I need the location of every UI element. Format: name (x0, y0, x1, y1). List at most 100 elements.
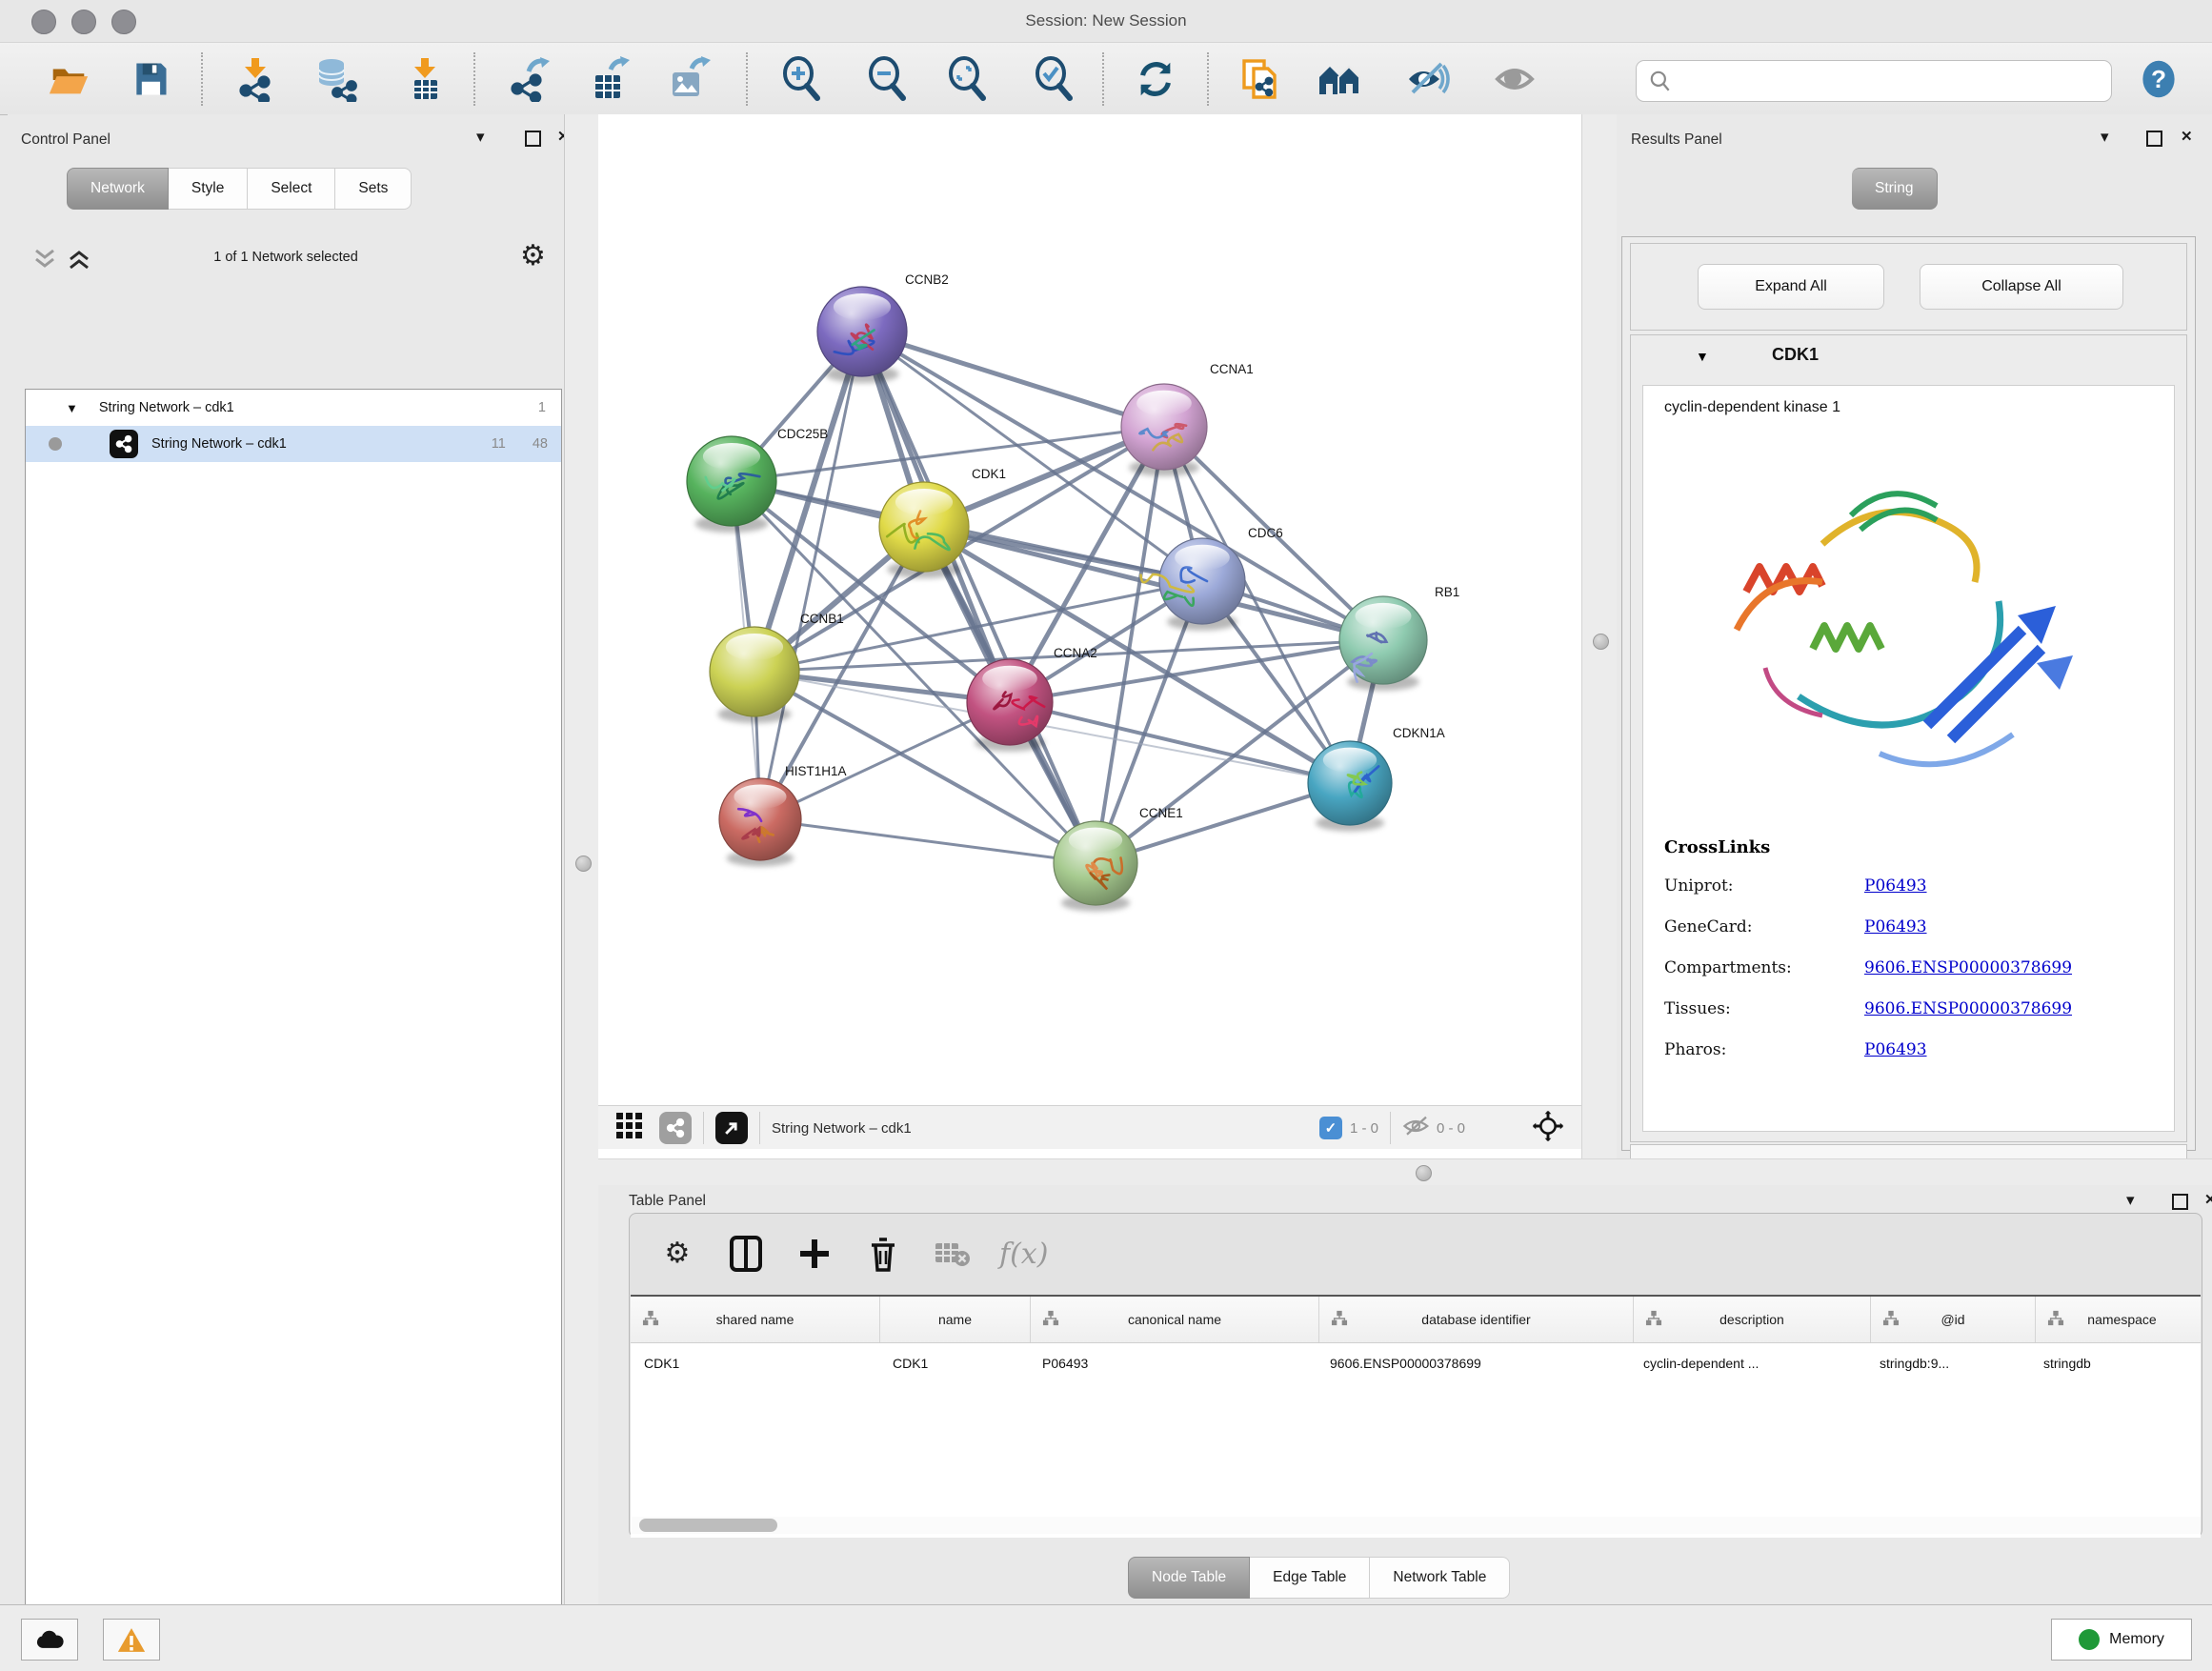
hide-graphics-details-button[interactable] (1403, 54, 1453, 104)
apply-layout-button[interactable] (1131, 54, 1180, 104)
crosslink-link[interactable]: 9606.ENSP00000378699 (1864, 958, 2072, 977)
search-input[interactable] (1680, 71, 2103, 91)
network-node-ccna1[interactable] (1121, 384, 1207, 476)
column-header-databaseidentifier[interactable]: database identifier (1319, 1297, 1634, 1342)
vertical-splitter-right[interactable] (1581, 114, 1619, 1158)
memory-button[interactable]: Memory (2051, 1619, 2192, 1661)
import-network-from-database-button[interactable] (311, 54, 360, 104)
network-canvas[interactable]: CCNB2CCNA1CDC25BCDK1CDC6RB1CCNB1CCNA2CDK… (598, 114, 1581, 1105)
table-cell[interactable]: cyclin-dependent ... (1630, 1356, 1866, 1371)
tab-sets[interactable]: Sets (335, 168, 412, 210)
table-panel-menu-button[interactable]: ▾ (2126, 1191, 2135, 1210)
column-header-namespace[interactable]: namespace (2036, 1297, 2201, 1342)
table-cell[interactable]: CDK1 (631, 1356, 879, 1371)
delete-column-button[interactable] (862, 1233, 904, 1275)
crosslink-link[interactable]: 9606.ENSP00000378699 (1864, 999, 2072, 1018)
export-image-button[interactable] (663, 54, 713, 104)
table-panel-float-button[interactable] (2172, 1194, 2188, 1215)
network-row-selected[interactable]: String Network – cdk1 11 48 (26, 426, 561, 462)
vertical-splitter-left[interactable] (564, 114, 599, 1604)
minimize-window-button[interactable] (71, 10, 96, 34)
network-edge[interactable] (760, 819, 1096, 863)
network-view-mode-button[interactable] (659, 1112, 692, 1144)
crosslink-link[interactable]: P06493 (1864, 1040, 1927, 1059)
tab-style[interactable]: Style (169, 168, 248, 210)
birds-eye-toggle-button[interactable] (1532, 1110, 1564, 1147)
column-header-name[interactable]: name (880, 1297, 1031, 1342)
zoom-in-button[interactable] (777, 54, 827, 104)
tab-node-table[interactable]: Node Table (1128, 1557, 1250, 1599)
warnings-button[interactable] (103, 1619, 160, 1661)
import-network-from-file-button[interactable] (231, 54, 280, 104)
collection-expand-icon[interactable]: ▼ (66, 401, 78, 415)
zoom-window-button[interactable] (111, 10, 136, 34)
zoom-selected-button[interactable] (1030, 54, 1079, 104)
column-header-sharedname[interactable]: shared name (631, 1297, 880, 1342)
control-panel-float-button[interactable] (525, 131, 541, 151)
network-node-cdkn1a[interactable] (1308, 741, 1392, 832)
column-header-description[interactable]: description (1634, 1297, 1871, 1342)
table-cell[interactable]: CDK1 (879, 1356, 1029, 1371)
table-cell[interactable]: stringdb:9... (1866, 1356, 2030, 1371)
network-edge[interactable] (862, 332, 1096, 863)
network-node-ccnb1[interactable] (710, 627, 799, 723)
tab-edge-table[interactable]: Edge Table (1250, 1557, 1370, 1599)
delete-table-button[interactable] (931, 1233, 973, 1275)
network-node-rb1[interactable] (1339, 596, 1427, 691)
zoom-fit-button[interactable] (943, 54, 993, 104)
tab-select[interactable]: Select (248, 168, 335, 210)
show-graphics-details-button[interactable] (1490, 54, 1539, 104)
network-node-cdc25b[interactable] (687, 436, 776, 533)
horizontal-splitter[interactable] (598, 1158, 2212, 1186)
close-window-button[interactable] (31, 10, 56, 34)
network-node-hist1h1a[interactable] (719, 778, 801, 866)
export-network-button[interactable] (504, 54, 553, 104)
network-node-ccne1[interactable] (1054, 821, 1137, 912)
network-graph[interactable]: CCNB2CCNA1CDC25BCDK1CDC6RB1CCNB1CCNA2CDK… (598, 114, 1581, 1105)
splitter-handle[interactable] (575, 856, 592, 872)
network-collection-row[interactable]: ▼ String Network – cdk1 1 (26, 390, 561, 426)
table-cell[interactable]: P06493 (1029, 1356, 1317, 1371)
control-panel-menu-button[interactable]: ▾ (476, 128, 485, 147)
splitter-handle[interactable] (1416, 1165, 1432, 1181)
results-panel-close-button[interactable]: ✕ (2181, 128, 2193, 145)
table-cell[interactable]: stringdb (2030, 1356, 2201, 1371)
gene-expand-icon[interactable]: ▼ (1696, 349, 1709, 364)
detach-view-button[interactable] (715, 1112, 748, 1144)
open-session-button[interactable] (44, 54, 93, 104)
create-column-button[interactable] (794, 1233, 835, 1275)
search-field[interactable] (1636, 60, 2112, 102)
network-options-gear-icon[interactable]: ⚙ (520, 242, 546, 271)
table-options-gear-icon[interactable]: ⚙ (656, 1233, 698, 1275)
column-header-canonicalname[interactable]: canonical name (1031, 1297, 1319, 1342)
expand-all-button[interactable]: Expand All (1698, 264, 1884, 310)
cloud-status-button[interactable] (21, 1619, 78, 1661)
crosslink-link[interactable]: P06493 (1864, 917, 1927, 936)
collapse-all-button[interactable]: Collapse All (1920, 264, 2123, 310)
tab-network-table[interactable]: Network Table (1370, 1557, 1510, 1599)
tab-network[interactable]: Network (67, 168, 169, 210)
clone-network-button[interactable] (1235, 54, 1284, 104)
table-panel-close-button[interactable]: ✕ (2204, 1191, 2212, 1208)
network-edge[interactable] (862, 332, 1164, 427)
selected-indicator-checkbox[interactable]: ✓ (1319, 1117, 1342, 1139)
export-table-button[interactable] (584, 54, 633, 104)
results-panel-float-button[interactable] (2146, 131, 2162, 151)
results-panel-menu-button[interactable]: ▾ (2101, 128, 2109, 147)
column-header-id[interactable]: @id (1871, 1297, 2036, 1342)
network-edge[interactable] (760, 332, 862, 819)
grid-mode-button[interactable] (615, 1112, 644, 1145)
import-table-from-file-button[interactable] (400, 54, 450, 104)
crosslink-link[interactable]: P06493 (1864, 876, 1927, 896)
table-cell[interactable]: 9606.ENSP00000378699 (1317, 1356, 1630, 1371)
table-horizontal-scrollbar[interactable] (632, 1517, 2201, 1534)
table-row[interactable]: CDK1CDK1P064939606.ENSP00000378699cyclin… (631, 1343, 2201, 1383)
splitter-handle[interactable] (1593, 634, 1609, 650)
save-session-button[interactable] (126, 54, 175, 104)
home-view-button[interactable] (1316, 54, 1365, 104)
zoom-out-button[interactable] (863, 54, 913, 104)
help-button[interactable]: ? (2134, 54, 2183, 104)
tab-string[interactable]: String (1852, 168, 1938, 210)
function-builder-button[interactable]: f(x) (999, 1233, 1048, 1275)
scrollbar-thumb[interactable] (639, 1519, 777, 1532)
